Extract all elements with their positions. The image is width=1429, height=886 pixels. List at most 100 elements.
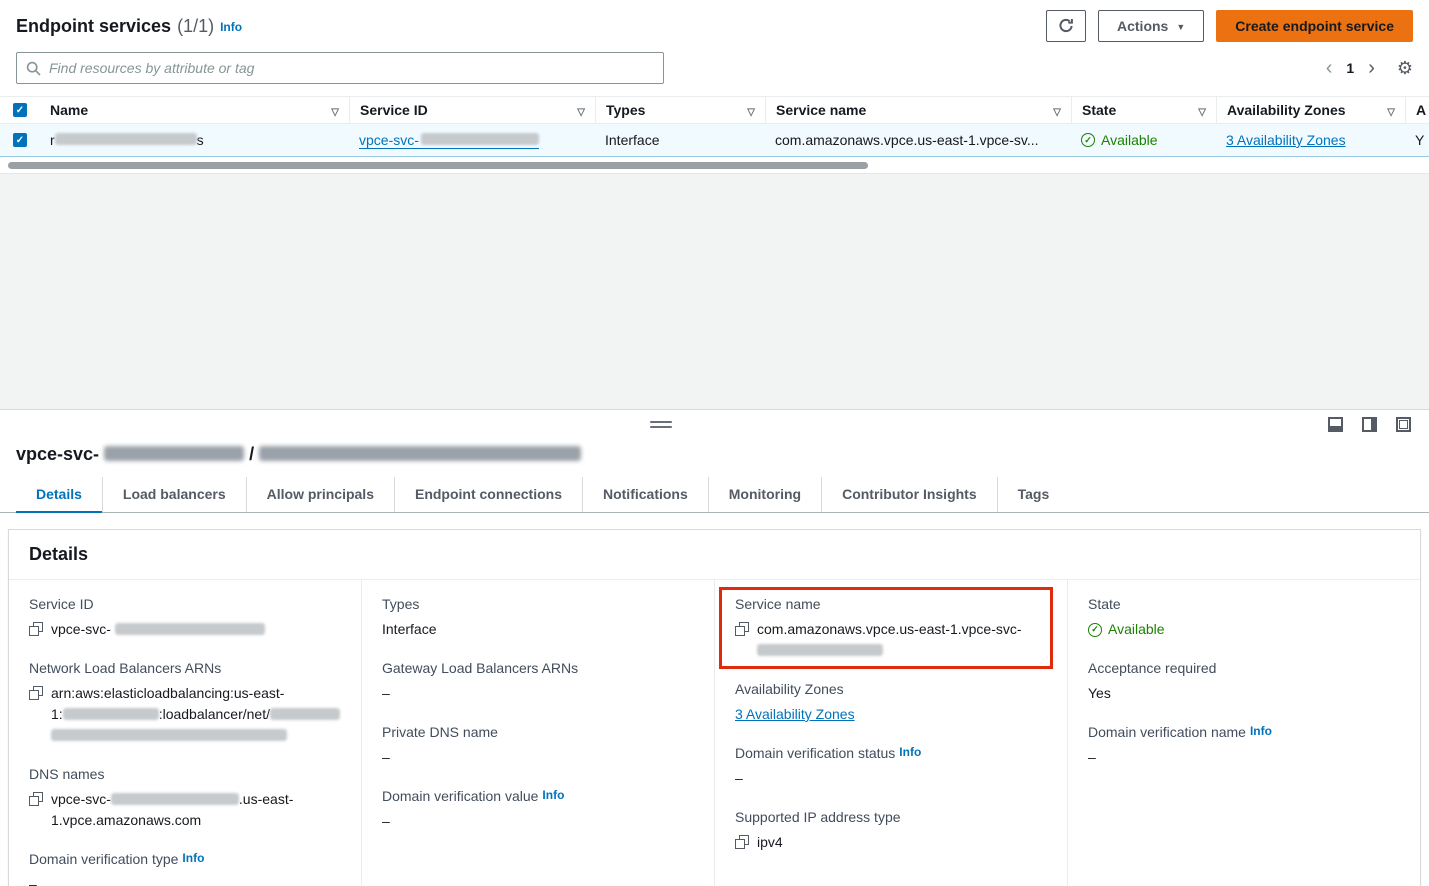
details-column-4: State Available Acceptance required Yes … [1067, 580, 1420, 886]
copy-icon[interactable] [735, 622, 749, 636]
horizontal-scrollbar-thumb[interactable] [8, 162, 868, 169]
column-header-clipped[interactable]: A [1405, 97, 1429, 123]
details-section-title: Details [9, 530, 1420, 580]
info-link[interactable]: Info [1250, 724, 1272, 738]
field-domain-verification-name: Domain verification name Info – [1088, 724, 1400, 768]
column-header-availability-zones[interactable]: Availability Zones [1216, 97, 1405, 123]
column-header-service-id[interactable]: Service ID [349, 97, 595, 123]
actions-button-label: Actions [1117, 18, 1168, 34]
field-private-dns-name: Private DNS name – [382, 724, 694, 768]
settings-gear-icon[interactable] [1397, 58, 1413, 79]
panel-position-side-icon[interactable] [1362, 417, 1377, 432]
table-row[interactable]: r s vpce-svc- Interface com.amazonaws.vp… [0, 124, 1429, 157]
check-circle-icon [1088, 623, 1102, 637]
field-dns-names: DNS names vpce-svc-.us-east- 1.vpce.amaz… [29, 766, 341, 831]
row-name-cell: r s [40, 124, 349, 156]
column-header-service-name[interactable]: Service name [765, 97, 1071, 123]
tab-tags[interactable]: Tags [997, 477, 1070, 512]
row-checkbox[interactable] [13, 133, 27, 147]
redacted-text [259, 446, 581, 461]
row-clipped-cell: Y [1405, 124, 1429, 156]
select-all-checkbox[interactable] [13, 103, 27, 117]
filter-icon[interactable] [331, 102, 339, 118]
field-service-id: Service ID vpce-svc- [29, 596, 341, 640]
filter-icon[interactable] [1053, 102, 1061, 118]
next-page-button[interactable] [1368, 58, 1375, 78]
field-acceptance-required: Acceptance required Yes [1088, 660, 1400, 704]
filter-icon[interactable] [1387, 102, 1395, 118]
field-state: State Available [1088, 596, 1400, 640]
detail-split-panel: vpce-svc- / Details Load balancers Allow… [0, 409, 1429, 886]
row-select-cell [0, 124, 40, 156]
search-input[interactable] [49, 60, 654, 76]
split-panel-drag-handle[interactable] [650, 421, 672, 428]
copy-icon[interactable] [29, 686, 43, 700]
redacted-text [421, 133, 539, 145]
resource-count: (1/1) [177, 16, 214, 37]
filter-icon[interactable] [747, 102, 755, 118]
info-link[interactable]: Info [182, 851, 204, 865]
redacted-text [115, 623, 265, 635]
service-id-link[interactable]: vpce-svc- [359, 132, 539, 149]
column-header-name[interactable]: Name [40, 97, 349, 123]
page-title-text: Endpoint services [16, 16, 171, 37]
field-network-load-balancers-arns: Network Load Balancers ARNs arn:aws:elas… [29, 660, 341, 746]
check-circle-icon [1081, 133, 1095, 147]
previous-page-button[interactable] [1326, 58, 1333, 78]
tab-details[interactable]: Details [16, 477, 102, 512]
details-column-2: Types Interface Gateway Load Balancers A… [361, 580, 714, 886]
caret-down-icon [1176, 18, 1185, 34]
details-column-1: Service ID vpce-svc- Network Load Balanc… [9, 580, 361, 886]
field-service-name: Service name com.amazonaws.vpce.us-east-… [735, 596, 1047, 661]
info-link[interactable]: Info [220, 20, 242, 34]
actions-button[interactable]: Actions [1098, 10, 1204, 42]
row-types-cell: Interface [595, 124, 765, 156]
field-gateway-load-balancers-arns: Gateway Load Balancers ARNs – [382, 660, 694, 704]
panel-fullscreen-icon[interactable] [1396, 417, 1411, 432]
tab-monitoring[interactable]: Monitoring [708, 477, 821, 512]
field-availability-zones: Availability Zones 3 Availability Zones [735, 681, 1047, 725]
redacted-text [757, 644, 883, 656]
content-background [0, 173, 1429, 409]
create-endpoint-service-button[interactable]: Create endpoint service [1216, 10, 1413, 42]
row-service-id-cell: vpce-svc- [349, 124, 595, 156]
tab-notifications[interactable]: Notifications [582, 477, 708, 512]
tab-contributor-insights[interactable]: Contributor Insights [821, 477, 997, 512]
refresh-button[interactable] [1046, 10, 1086, 42]
field-domain-verification-value: Domain verification value Info – [382, 788, 694, 832]
details-card: Details Service ID vpce-svc- Network Loa… [8, 529, 1421, 886]
page-title: Endpoint services (1/1) Info [16, 16, 242, 37]
search-icon [26, 61, 41, 76]
row-service-name-cell: com.amazonaws.vpce.us-east-1.vpce-sv... [765, 124, 1071, 156]
tab-allow-principals[interactable]: Allow principals [246, 477, 394, 512]
panel-position-bottom-icon[interactable] [1328, 417, 1343, 432]
current-page[interactable]: 1 [1346, 60, 1354, 76]
info-link[interactable]: Info [542, 788, 564, 802]
search-box[interactable] [16, 52, 664, 84]
redacted-text [55, 133, 197, 145]
row-state-cell: Available [1071, 124, 1216, 156]
copy-icon[interactable] [29, 622, 43, 636]
availability-zones-link[interactable]: 3 Availability Zones [1226, 132, 1346, 148]
copy-icon[interactable] [29, 792, 43, 806]
info-link[interactable]: Info [899, 745, 921, 759]
status-badge: Available [1101, 132, 1158, 148]
detail-tabs: Details Load balancers Allow principals … [0, 477, 1429, 513]
availability-zones-link[interactable]: 3 Availability Zones [735, 704, 855, 725]
table-header-row: Name Service ID Types Service name State… [0, 96, 1429, 124]
column-header-state[interactable]: State [1071, 97, 1216, 123]
redacted-text [111, 793, 239, 805]
row-availability-zones-cell: 3 Availability Zones [1216, 124, 1405, 156]
field-domain-verification-status: Domain verification status Info – [735, 745, 1047, 789]
header-actions: Actions Create endpoint service [1046, 10, 1413, 42]
column-header-types[interactable]: Types [595, 97, 765, 123]
panel-position-controls [1328, 417, 1411, 432]
filter-icon[interactable] [1198, 102, 1206, 118]
field-supported-ip-address-type: Supported IP address type ipv4 [735, 809, 1047, 853]
tab-load-balancers[interactable]: Load balancers [102, 477, 246, 512]
tab-endpoint-connections[interactable]: Endpoint connections [394, 477, 582, 512]
table-toolbar: 1 [0, 50, 1429, 96]
filter-icon[interactable] [577, 102, 585, 118]
horizontal-scrollbar[interactable] [0, 157, 1429, 173]
copy-icon[interactable] [735, 835, 749, 849]
